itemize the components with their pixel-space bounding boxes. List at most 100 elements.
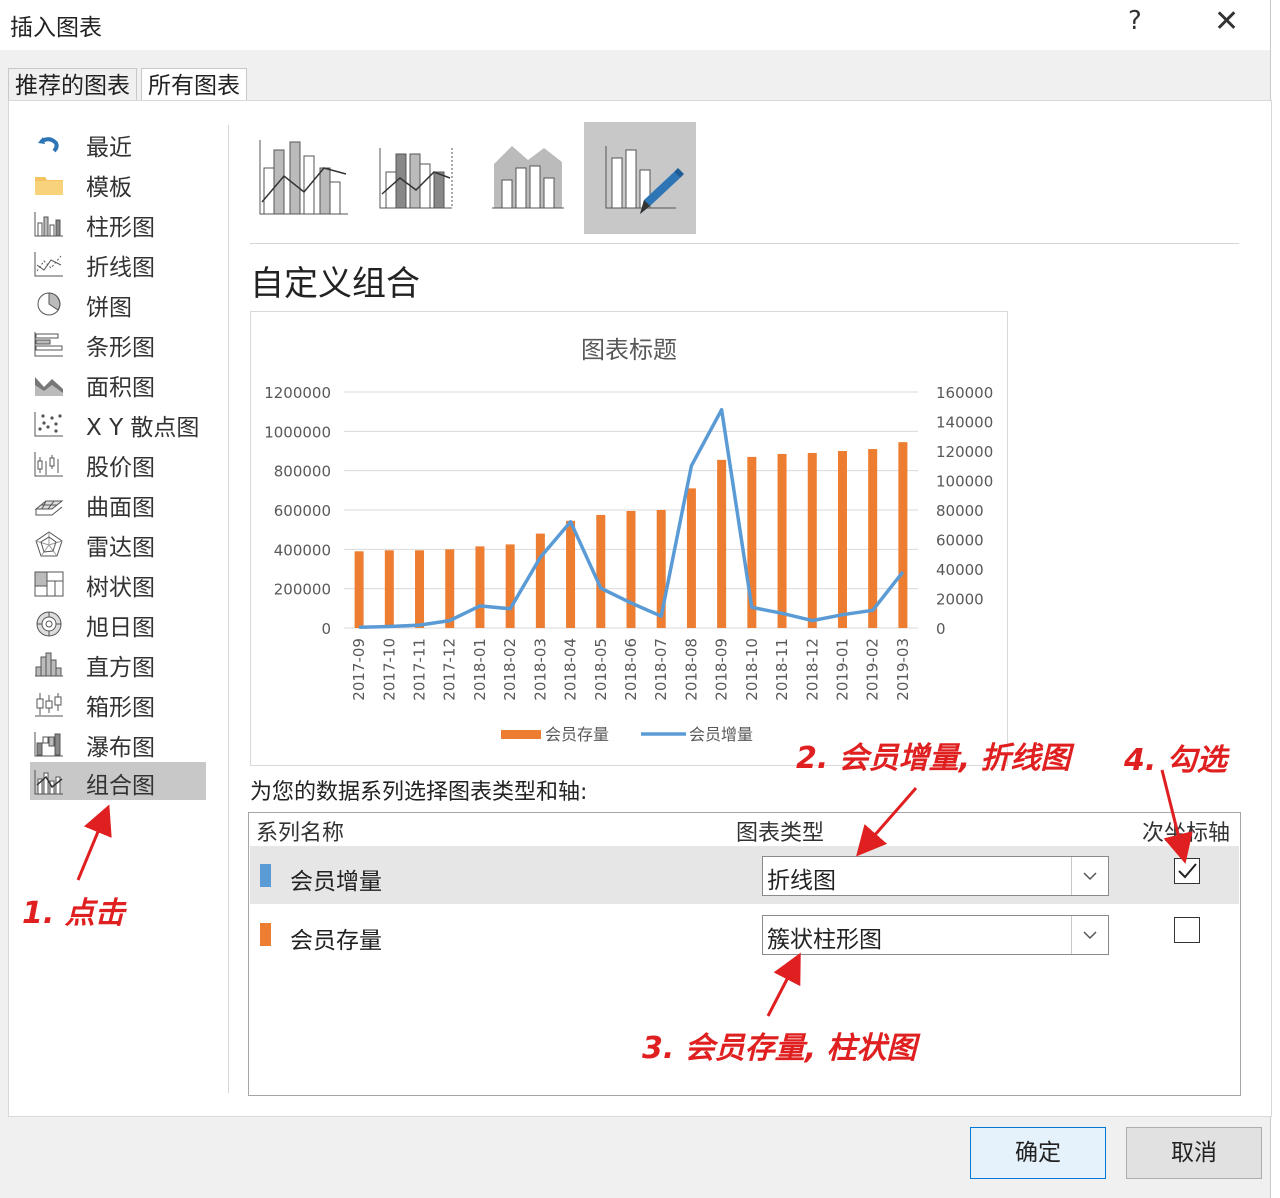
x-tick-label: 2018-06	[622, 638, 640, 701]
x-tick-label: 2018-02	[501, 638, 519, 701]
sidebar-item-waterfall[interactable]: 瀑布图	[30, 724, 206, 762]
chart-type-select[interactable]: 簇状柱形图	[762, 915, 1109, 955]
custom-combination-icon	[605, 146, 684, 214]
undo-icon	[38, 137, 59, 153]
sidebar-item-label: 组合图	[86, 773, 155, 799]
bar	[505, 544, 515, 628]
chart-title: 图表标题	[581, 336, 677, 364]
clustered-column-line-secondary-icon	[379, 148, 453, 209]
sidebar-item-label: 直方图	[86, 655, 155, 681]
series-color-swatch	[260, 864, 271, 887]
secondary-axis-checkbox[interactable]	[1174, 858, 1200, 884]
dropdown-button[interactable]	[1071, 857, 1108, 895]
area-chart-icon	[35, 377, 63, 396]
chevron-down-icon	[1083, 931, 1097, 940]
x-tick-label: 2018-11	[773, 638, 791, 701]
column-chart-icon	[34, 212, 63, 237]
sidebar-item-label: 旭日图	[86, 615, 155, 641]
x-tick-label: 2018-03	[531, 638, 549, 701]
sidebar-item-pie[interactable]: 饼图	[30, 284, 206, 322]
ok-button[interactable]: 确定	[970, 1127, 1106, 1179]
annotation-step-2: 2. 会员增量, 折线图	[796, 741, 1071, 776]
y2-tick-label: 20000	[936, 591, 984, 609]
grid-header-chart-type: 图表类型	[736, 821, 825, 846]
bar	[717, 459, 727, 628]
grid-header-secondary-axis: 次坐标轴	[1142, 821, 1231, 846]
bar	[596, 514, 606, 628]
x-tick-label: 2018-08	[682, 638, 700, 701]
sidebar-item-label: 条形图	[86, 335, 155, 361]
combo-chart-icon	[34, 770, 63, 795]
sidebar-item-treemap[interactable]: 树状图	[30, 564, 206, 602]
sidebar-item-boxwhisker[interactable]: 箱形图	[30, 684, 206, 722]
sidebar-item-column[interactable]: 柱形图	[30, 204, 206, 242]
sidebar-item-label: 箱形图	[86, 695, 155, 721]
sidebar-item-radar[interactable]: 雷达图	[30, 524, 206, 562]
sidebar-item-stock[interactable]: 股价图	[30, 444, 206, 482]
sidebar-item-label: 饼图	[86, 295, 132, 321]
y2-tick-label: 40000	[936, 561, 984, 579]
sidebar-item-histogram[interactable]: 直方图	[30, 644, 206, 682]
dropdown-button[interactable]	[1071, 916, 1108, 954]
sidebar-item-combo[interactable]: 组合图	[30, 762, 206, 800]
legend-label: 会员存量	[545, 725, 609, 744]
x-tick-label: 2017-09	[350, 638, 368, 701]
chart-type-select[interactable]: 折线图	[762, 856, 1109, 896]
series-prompt: 为您的数据系列选择图表类型和轴:	[250, 780, 588, 805]
x-tick-label: 2018-12	[803, 638, 821, 701]
y2-tick-label: 140000	[936, 414, 993, 432]
x-tick-label: 2018-05	[592, 638, 610, 701]
histogram-icon	[35, 652, 63, 677]
subtype-stacked-area-column[interactable]	[472, 122, 584, 234]
y2-tick-label: 120000	[936, 443, 993, 461]
sidebar-item-label: 柱形图	[86, 215, 155, 241]
bar	[354, 551, 364, 628]
sidebar-item-label: 折线图	[86, 255, 155, 281]
x-tick-label: 2018-01	[471, 638, 489, 701]
box-whisker-icon	[35, 693, 63, 717]
bar	[868, 449, 878, 628]
sidebar-item-surface[interactable]: 曲面图	[30, 484, 206, 522]
surface-chart-icon	[34, 500, 64, 516]
cancel-button[interactable]: 取消	[1126, 1127, 1262, 1179]
scatter-chart-icon	[34, 412, 63, 437]
sidebar-item-label: 曲面图	[86, 495, 155, 521]
sidebar-item-scatter[interactable]: X Y 散点图	[30, 404, 206, 442]
sidebar-item-recent[interactable]: 最近	[30, 124, 206, 162]
bar	[566, 520, 576, 628]
bar	[626, 510, 636, 628]
line-chart-icon	[34, 252, 63, 277]
sidebar-item-sunburst[interactable]: 旭日图	[30, 604, 206, 642]
combo-chart: 图表标题120000010000008000006000004000002000…	[264, 336, 993, 744]
sidebar-item-line[interactable]: 折线图	[30, 244, 206, 282]
chart-type-value: 簇状柱形图	[767, 927, 882, 953]
subtype-custom-combination[interactable]	[584, 122, 696, 234]
chevron-down-icon	[1083, 872, 1097, 881]
annotation-step-1: 1. 点击	[22, 896, 125, 931]
x-tick-label: 2018-10	[743, 638, 761, 701]
x-tick-label: 2019-01	[833, 638, 851, 701]
subtype-clustered-column-line[interactable]	[248, 122, 360, 234]
secondary-axis-checkbox[interactable]	[1174, 917, 1200, 943]
x-tick-label: 2017-12	[441, 638, 459, 701]
stacked-area-column-icon	[492, 146, 564, 209]
series-color-swatch	[260, 923, 271, 946]
y2-tick-label: 160000	[936, 384, 993, 402]
grid-header-series-name: 系列名称	[256, 821, 345, 846]
sidebar-item-templates[interactable]: 模板	[30, 164, 206, 202]
tab-recommended-charts[interactable]: 推荐的图表	[8, 68, 137, 101]
section-title: 自定义组合	[250, 264, 420, 304]
x-tick-label: 2019-02	[864, 638, 882, 701]
subtype-clustered-column-line-secondary[interactable]	[360, 122, 472, 234]
clustered-column-line-icon	[259, 140, 348, 215]
close-button[interactable]: ✕	[1214, 4, 1239, 39]
sidebar-item-bar[interactable]: 条形图	[30, 324, 206, 362]
bar	[898, 442, 908, 628]
help-button[interactable]: ?	[1128, 6, 1142, 36]
chart-preview: 图表标题 1200000 1000000 800000 600000 400000 2000…	[250, 311, 1008, 766]
sidebar-item-area[interactable]: 面积图	[30, 364, 206, 402]
x-tick-label: 2018-07	[652, 638, 670, 701]
bar	[777, 453, 787, 628]
sidebar-item-label: X Y 散点图	[86, 415, 200, 441]
tab-all-charts[interactable]: 所有图表	[141, 68, 247, 102]
